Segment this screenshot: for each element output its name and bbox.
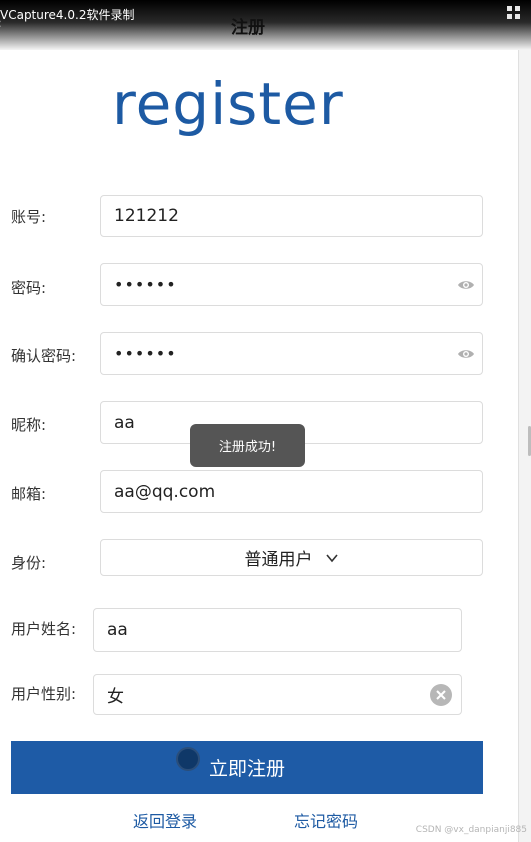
gender-input[interactable]: 女	[93, 674, 462, 715]
email-label: 邮箱:	[11, 485, 47, 503]
email-input[interactable]: aa@qq.com	[100, 470, 483, 513]
eye-icon[interactable]	[457, 346, 475, 362]
register-button-label: 立即注册	[208, 758, 285, 780]
confirm-password-input[interactable]: ••••••	[100, 332, 483, 375]
gender-value: 女	[107, 687, 124, 707]
menu-grid-icon[interactable]	[507, 6, 521, 20]
real-name-input[interactable]: aa	[93, 608, 462, 652]
role-select[interactable]: 普通用户	[100, 539, 483, 576]
account-input[interactable]: 121212	[100, 195, 483, 237]
back-to-login-link[interactable]: 返回登录	[133, 808, 197, 832]
confirm-password-value: ••••••	[114, 344, 177, 363]
clear-icon[interactable]	[430, 683, 452, 706]
register-button[interactable]: 立即注册	[11, 741, 483, 794]
register-logo: register	[112, 70, 344, 138]
password-label: 密码:	[11, 279, 47, 297]
top-bar: VCapture4.0.2软件录制 ‹ 注册	[0, 0, 531, 50]
eye-icon[interactable]	[457, 277, 475, 293]
confirm-password-label: 确认密码:	[11, 347, 77, 365]
email-value: aa@qq.com	[114, 481, 216, 502]
role-value: 普通用户	[244, 550, 313, 570]
page-title: 注册	[231, 18, 265, 38]
nickname-label: 昵称:	[11, 416, 47, 434]
csdn-credit: CSDN @vx_danpianji885	[415, 825, 527, 835]
real-name-value: aa	[107, 620, 128, 640]
password-value: ••••••	[114, 275, 177, 294]
real-name-label: 用户姓名:	[11, 620, 77, 638]
touch-indicator	[176, 747, 200, 771]
forgot-password-link[interactable]: 忘记密码	[294, 808, 358, 832]
role-label: 身份:	[11, 554, 47, 572]
chevron-down-icon	[325, 553, 338, 562]
password-input[interactable]: ••••••	[100, 263, 483, 306]
account-value: 121212	[114, 206, 179, 226]
success-toast: 注册成功!	[190, 424, 305, 467]
gender-label: 用户性别:	[11, 685, 77, 703]
nickname-value: aa	[114, 412, 135, 433]
account-label: 账号:	[11, 208, 47, 226]
